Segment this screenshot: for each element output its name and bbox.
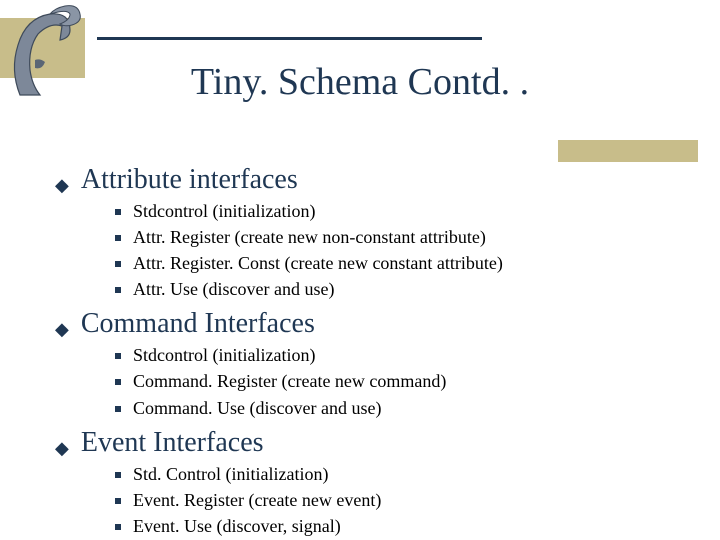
section-event-interfaces: ◆ Event Interfaces <box>55 427 665 459</box>
slide-content: ◆ Attribute interfaces Stdcontrol (initi… <box>55 160 665 540</box>
list-item: Attr. Register (create new non-constant … <box>115 224 665 250</box>
list-item: Command. Use (discover and use) <box>115 395 665 421</box>
square-bullet-icon <box>115 472 121 478</box>
square-bullet-icon <box>115 235 121 241</box>
sub-list: Stdcontrol (initialization) Command. Reg… <box>115 342 665 420</box>
sub-item-label: Stdcontrol (initialization) <box>133 198 315 224</box>
square-bullet-icon <box>115 524 121 530</box>
sub-item-label: Attr. Register. Const (create new consta… <box>133 250 503 276</box>
sub-item-label: Attr. Use (discover and use) <box>133 276 334 302</box>
sub-item-label: Command. Register (create new command) <box>133 368 446 394</box>
sub-list: Std. Control (initialization) Event. Reg… <box>115 461 665 539</box>
section-attribute-interfaces: ◆ Attribute interfaces <box>55 164 665 196</box>
star-bullet-icon: ◆ <box>55 176 69 194</box>
sub-item-label: Attr. Register (create new non-constant … <box>133 224 486 250</box>
square-bullet-icon <box>115 261 121 267</box>
square-bullet-icon <box>115 209 121 215</box>
list-item: Attr. Use (discover and use) <box>115 276 665 302</box>
list-item: Std. Control (initialization) <box>115 461 665 487</box>
star-bullet-icon: ◆ <box>55 320 69 338</box>
sub-item-label: Event. Register (create new event) <box>133 487 381 513</box>
sub-item-label: Std. Control (initialization) <box>133 461 328 487</box>
slide-title: Tiny. Schema Contd. . <box>0 60 720 104</box>
section-label: Event Interfaces <box>81 427 264 459</box>
section-label: Command Interfaces <box>81 308 315 340</box>
title-divider <box>97 37 482 40</box>
list-item: Stdcontrol (initialization) <box>115 342 665 368</box>
square-bullet-icon <box>115 287 121 293</box>
star-bullet-icon: ◆ <box>55 439 69 457</box>
sub-list: Stdcontrol (initialization) Attr. Regist… <box>115 198 665 302</box>
section-label: Attribute interfaces <box>81 164 298 196</box>
list-item: Event. Use (discover, signal) <box>115 513 665 539</box>
list-item: Command. Register (create new command) <box>115 368 665 394</box>
list-item: Stdcontrol (initialization) <box>115 198 665 224</box>
decor-right-block <box>558 140 698 162</box>
section-command-interfaces: ◆ Command Interfaces <box>55 308 665 340</box>
sub-item-label: Stdcontrol (initialization) <box>133 342 315 368</box>
sub-item-label: Event. Use (discover, signal) <box>133 513 341 539</box>
square-bullet-icon <box>115 406 121 412</box>
square-bullet-icon <box>115 353 121 359</box>
square-bullet-icon <box>115 498 121 504</box>
square-bullet-icon <box>115 379 121 385</box>
sub-item-label: Command. Use (discover and use) <box>133 395 381 421</box>
list-item: Event. Register (create new event) <box>115 487 665 513</box>
list-item: Attr. Register. Const (create new consta… <box>115 250 665 276</box>
